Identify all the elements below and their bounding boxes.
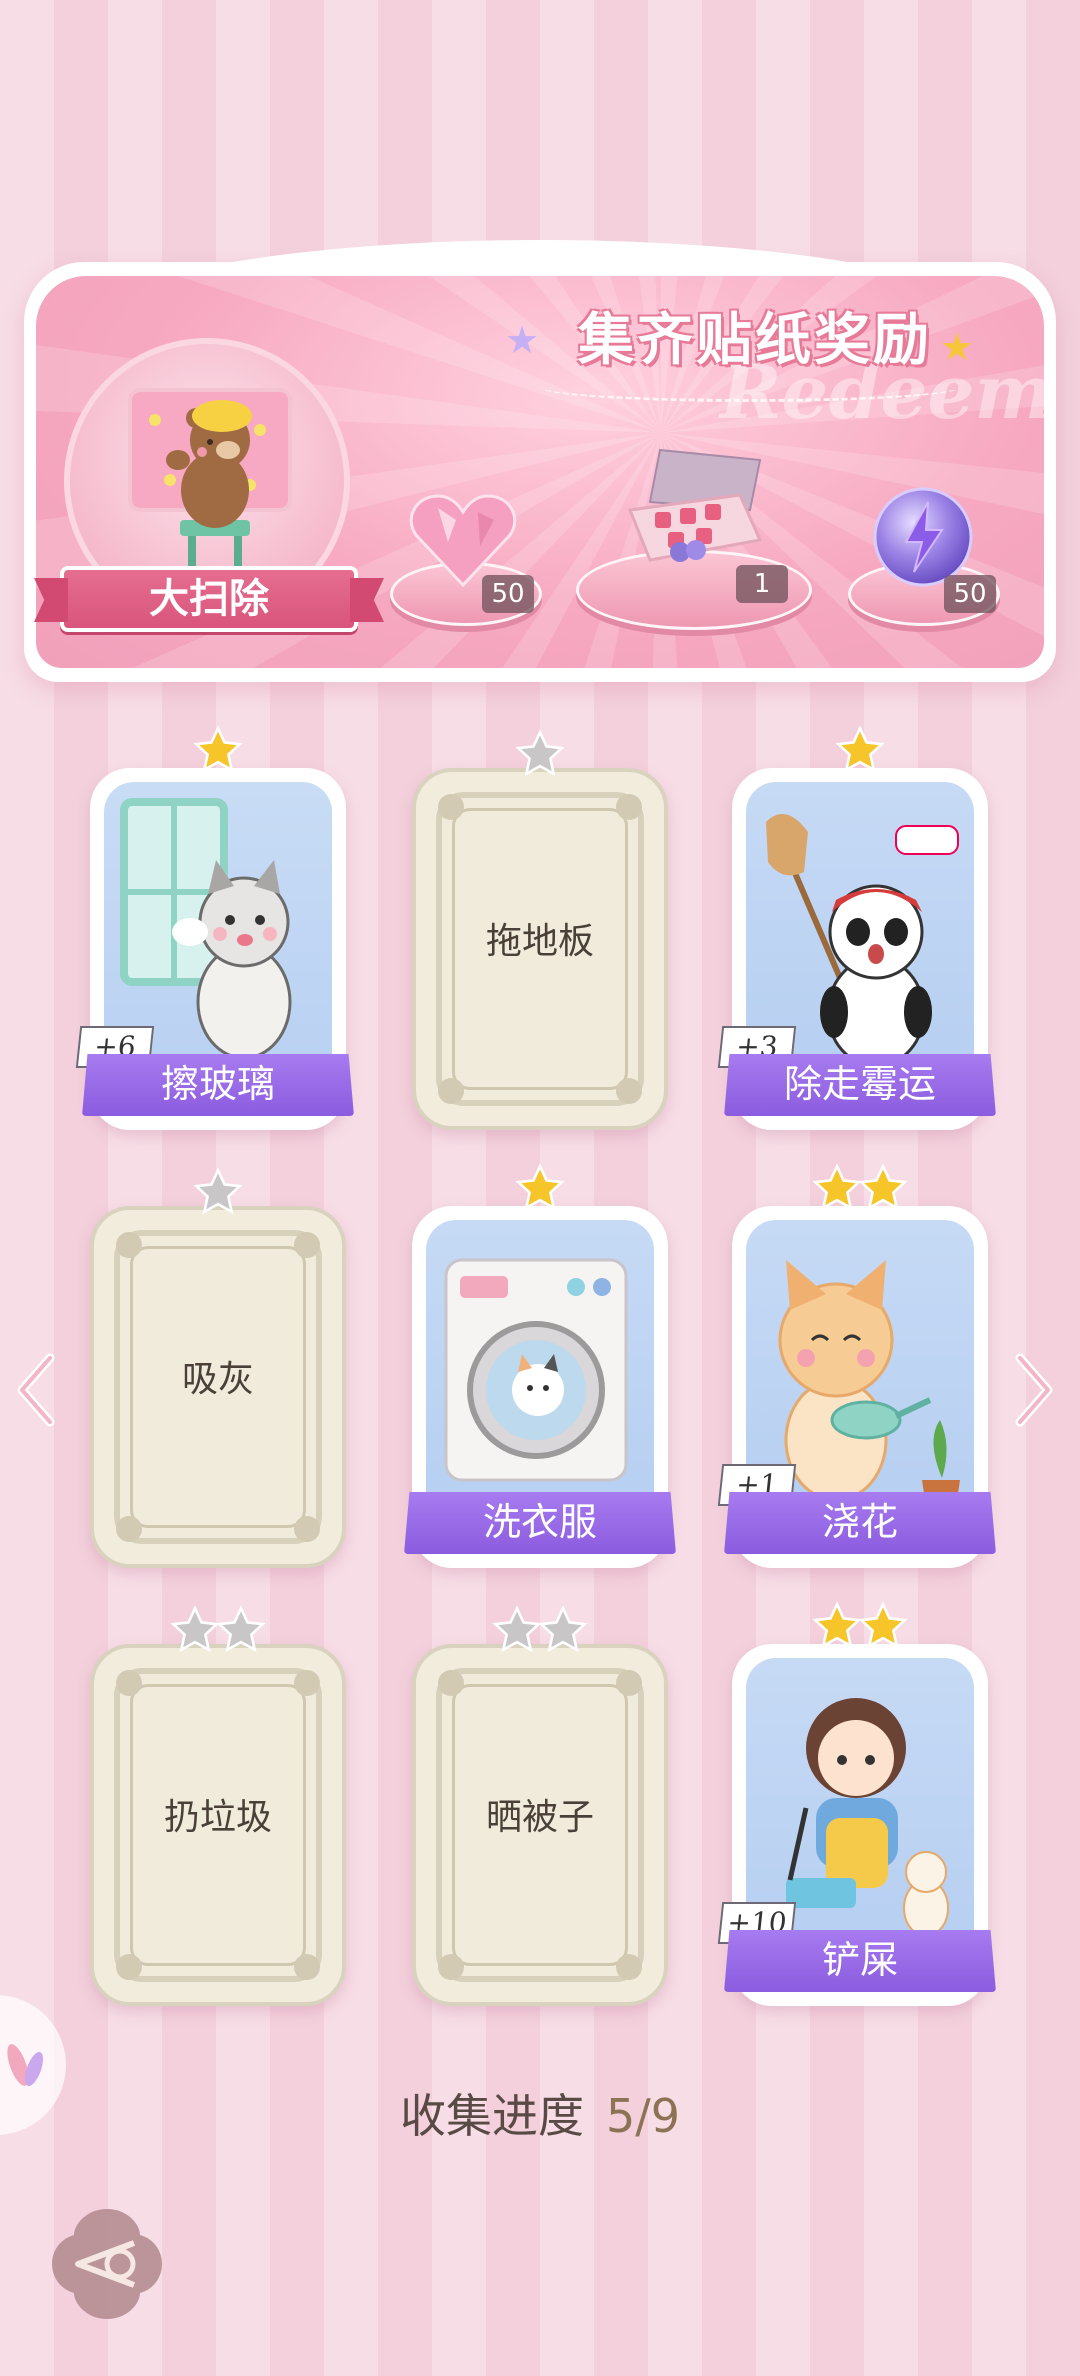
card-label: 吸灰 — [181, 1359, 254, 1400]
card-label: 擦玻璃 — [82, 1054, 354, 1116]
chevron-left-icon[interactable] — [12, 1350, 60, 1430]
sticker-card-vacuum[interactable]: 吸灰 — [90, 1167, 346, 1568]
progress-label: 收集进度 — [399, 2089, 584, 2143]
card-label: 铲屎 — [724, 1930, 996, 1992]
star-icon — [193, 725, 243, 773]
reward-count: 1 — [736, 565, 788, 603]
card-label: 拖地板 — [485, 921, 594, 962]
sticker-card-mop[interactable]: 拖地板 — [412, 729, 668, 1130]
star-icon — [193, 1167, 243, 1215]
card-label: 除走霉运 — [724, 1054, 996, 1116]
petal-icon — [7, 2044, 44, 2087]
star-icon — [515, 729, 565, 777]
card-label: 浇花 — [724, 1492, 996, 1554]
progress-value: 5/9 — [605, 2089, 681, 2143]
star-icon — [216, 1605, 266, 1653]
star-icon — [538, 1605, 588, 1653]
star-icon — [515, 1163, 565, 1211]
star-icon — [492, 1605, 542, 1653]
star-icon — [858, 1163, 908, 1211]
reward-count: 50 — [944, 575, 996, 613]
sticker-card-litter[interactable]: +10 铲屎 — [717, 1601, 996, 2006]
sticker-card-watering[interactable]: +1 浇花 — [717, 1163, 996, 1568]
sticker-card-laundry[interactable]: 洗衣服 — [404, 1163, 676, 1568]
star-icon — [812, 1163, 862, 1211]
card-label: 晒被子 — [485, 1797, 594, 1838]
star-icon — [170, 1605, 220, 1653]
banner-title: 集齐贴纸奖励 — [578, 307, 932, 373]
star-icon — [835, 725, 885, 773]
star-icon — [858, 1601, 908, 1649]
sticker-card-trash[interactable]: 扔垃圾 — [90, 1605, 346, 2006]
chevron-right-icon[interactable] — [1010, 1350, 1058, 1430]
gift-box-icon[interactable] — [620, 440, 770, 570]
sticker-card-window[interactable]: +6 擦玻璃 — [75, 725, 354, 1130]
medal-ribbon: 大扫除 — [60, 566, 358, 632]
medal-label: 大扫除 — [149, 575, 269, 622]
card-label: 扔垃圾 — [163, 1797, 272, 1838]
card-label: 洗衣服 — [404, 1492, 676, 1554]
back-icon[interactable] — [48, 2205, 166, 2323]
star-icon — [812, 1601, 862, 1649]
reward-count: 50 — [482, 575, 534, 613]
collection-progress: 收集进度 5/9 — [0, 2080, 1080, 2146]
bear-cleaning-icon — [128, 388, 292, 566]
sticker-card-luck[interactable]: +3 除走霉运 — [717, 725, 996, 1130]
star-icon: ★ — [505, 318, 540, 362]
sticker-card-quilt[interactable]: 晒被子 — [412, 1605, 668, 2006]
